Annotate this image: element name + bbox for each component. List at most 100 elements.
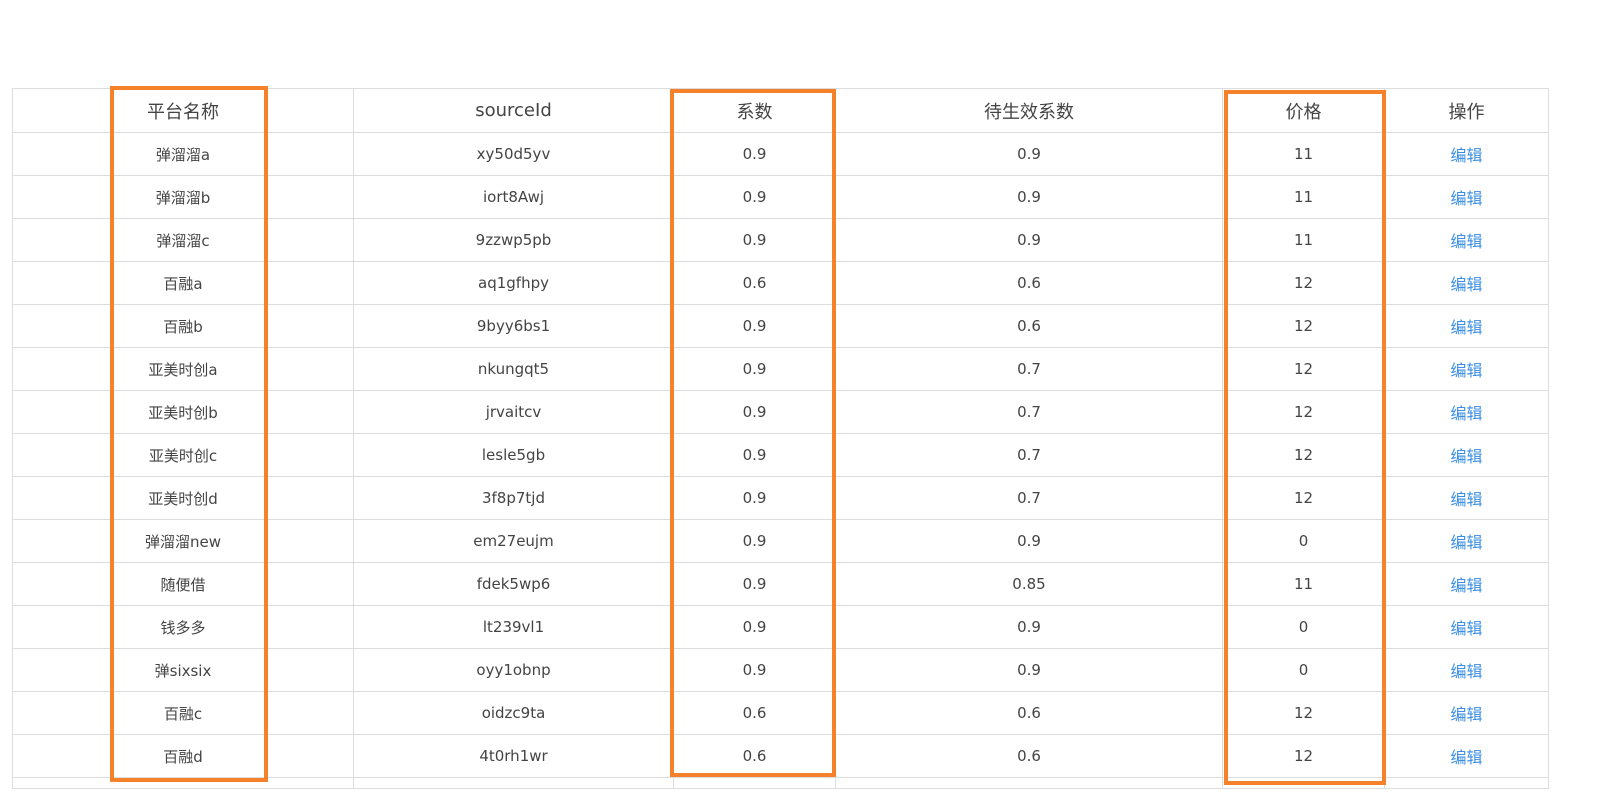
cell-source-id: fdek5wp6	[353, 562, 674, 606]
edit-link[interactable]: 编辑	[1450, 705, 1482, 724]
cell-empty	[835, 777, 1223, 789]
cell-actions: 编辑	[1384, 433, 1549, 477]
table-row: 亚美时创a nkungqt5 0.9 0.7 12 编辑	[12, 347, 1549, 391]
cell-actions: 编辑	[1384, 218, 1549, 262]
cell-coefficient: 0.6	[673, 261, 836, 305]
cell-actions: 编辑	[1384, 691, 1549, 735]
cell-coefficient: 0.6	[673, 734, 836, 778]
cell-platform-name: 百融a	[12, 261, 354, 305]
cell-empty	[353, 777, 674, 789]
cell-coefficient: 0.9	[673, 519, 836, 563]
cell-price: 12	[1222, 304, 1385, 348]
cell-coefficient: 0.9	[673, 175, 836, 219]
cell-price: 0	[1222, 648, 1385, 692]
cell-actions: 编辑	[1384, 175, 1549, 219]
cell-empty	[673, 777, 836, 789]
edit-link[interactable]: 编辑	[1450, 619, 1482, 638]
edit-link[interactable]: 编辑	[1450, 318, 1482, 337]
cell-pending-coefficient: 0.6	[835, 304, 1223, 348]
cell-platform-name: 随便借	[12, 562, 354, 606]
cell-empty	[1222, 777, 1385, 789]
cell-actions: 编辑	[1384, 648, 1549, 692]
data-table-container: 平台名称 sourceId 系数 待生效系数 价格 操作 弹溜溜a xy50d5…	[12, 88, 1549, 789]
cell-actions: 编辑	[1384, 347, 1549, 391]
edit-link[interactable]: 编辑	[1450, 275, 1482, 294]
cell-source-id: iort8Awj	[353, 175, 674, 219]
cell-pending-coefficient: 0.9	[835, 605, 1223, 649]
cell-price: 11	[1222, 132, 1385, 176]
cell-platform-name: 钱多多	[12, 605, 354, 649]
edit-link[interactable]: 编辑	[1450, 146, 1482, 165]
cell-actions: 编辑	[1384, 304, 1549, 348]
cell-source-id: nkungqt5	[353, 347, 674, 391]
cell-pending-coefficient: 0.9	[835, 132, 1223, 176]
cell-coefficient: 0.9	[673, 476, 836, 520]
cell-price: 12	[1222, 261, 1385, 305]
cell-coefficient: 0.9	[673, 562, 836, 606]
cell-empty	[12, 777, 354, 789]
cell-coefficient: 0.9	[673, 433, 836, 477]
table-row: 弹溜溜c 9zzwp5pb 0.9 0.9 11 编辑	[12, 218, 1549, 262]
cell-price: 11	[1222, 562, 1385, 606]
cell-actions: 编辑	[1384, 734, 1549, 778]
edit-link[interactable]: 编辑	[1450, 361, 1482, 380]
cell-source-id: aq1gfhpy	[353, 261, 674, 305]
cell-source-id: oidzc9ta	[353, 691, 674, 735]
edit-link[interactable]: 编辑	[1450, 189, 1482, 208]
cell-source-id: lesle5gb	[353, 433, 674, 477]
cell-pending-coefficient: 0.9	[835, 519, 1223, 563]
cell-platform-name: 百融c	[12, 691, 354, 735]
cell-source-id: xy50d5yv	[353, 132, 674, 176]
cell-pending-coefficient: 0.6	[835, 734, 1223, 778]
edit-link[interactable]: 编辑	[1450, 576, 1482, 595]
cell-price: 12	[1222, 347, 1385, 391]
cell-coefficient: 0.9	[673, 347, 836, 391]
cell-platform-name: 弹sixsix	[12, 648, 354, 692]
cell-price: 12	[1222, 476, 1385, 520]
edit-link[interactable]: 编辑	[1450, 404, 1482, 423]
table-row: 百融a aq1gfhpy 0.6 0.6 12 编辑	[12, 261, 1549, 305]
cell-actions: 编辑	[1384, 261, 1549, 305]
table-header-row: 平台名称 sourceId 系数 待生效系数 价格 操作	[12, 88, 1549, 133]
cell-pending-coefficient: 0.6	[835, 261, 1223, 305]
header-platform-name: 平台名称	[12, 88, 354, 133]
edit-link[interactable]: 编辑	[1450, 490, 1482, 509]
cell-platform-name: 亚美时创a	[12, 347, 354, 391]
cell-price: 12	[1222, 390, 1385, 434]
table-row: 弹sixsix oyy1obnp 0.9 0.9 0 编辑	[12, 648, 1549, 692]
edit-link[interactable]: 编辑	[1450, 232, 1482, 251]
edit-link[interactable]: 编辑	[1450, 748, 1482, 767]
cell-platform-name: 亚美时创b	[12, 390, 354, 434]
edit-link[interactable]: 编辑	[1450, 447, 1482, 466]
edit-link[interactable]: 编辑	[1450, 533, 1482, 552]
cell-source-id: oyy1obnp	[353, 648, 674, 692]
cell-source-id: jrvaitcv	[353, 390, 674, 434]
cell-actions: 编辑	[1384, 562, 1549, 606]
table-row: 百融c oidzc9ta 0.6 0.6 12 编辑	[12, 691, 1549, 735]
header-actions: 操作	[1384, 88, 1549, 133]
cell-actions: 编辑	[1384, 519, 1549, 563]
header-source-id: sourceId	[353, 88, 674, 133]
cell-coefficient: 0.9	[673, 648, 836, 692]
cell-price: 12	[1222, 734, 1385, 778]
table-row: 弹溜溜a xy50d5yv 0.9 0.9 11 编辑	[12, 132, 1549, 176]
table-row: 百融d 4t0rh1wr 0.6 0.6 12 编辑	[12, 734, 1549, 778]
cell-platform-name: 弹溜溜new	[12, 519, 354, 563]
table-row-partial	[12, 777, 1549, 789]
cell-coefficient: 0.9	[673, 304, 836, 348]
cell-price: 11	[1222, 175, 1385, 219]
cell-platform-name: 百融d	[12, 734, 354, 778]
table-row: 弹溜溜b iort8Awj 0.9 0.9 11 编辑	[12, 175, 1549, 219]
cell-actions: 编辑	[1384, 605, 1549, 649]
cell-platform-name: 弹溜溜c	[12, 218, 354, 262]
header-pending-coefficient: 待生效系数	[835, 88, 1223, 133]
cell-coefficient: 0.9	[673, 218, 836, 262]
cell-price: 0	[1222, 605, 1385, 649]
header-price: 价格	[1222, 88, 1385, 133]
cell-source-id: 4t0rh1wr	[353, 734, 674, 778]
cell-price: 12	[1222, 433, 1385, 477]
cell-pending-coefficient: 0.7	[835, 476, 1223, 520]
cell-platform-name: 弹溜溜b	[12, 175, 354, 219]
edit-link[interactable]: 编辑	[1450, 662, 1482, 681]
platform-coefficient-table: 平台名称 sourceId 系数 待生效系数 价格 操作 弹溜溜a xy50d5…	[12, 88, 1549, 789]
